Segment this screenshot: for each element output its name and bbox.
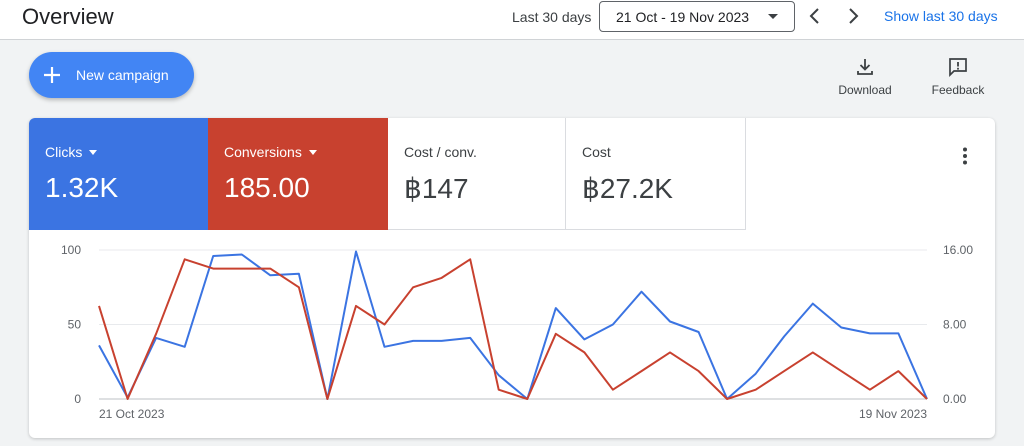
plus-icon xyxy=(44,67,60,83)
feedback-button[interactable]: Feedback xyxy=(928,56,988,97)
download-icon xyxy=(857,59,873,75)
previous-period-button[interactable] xyxy=(802,3,828,29)
metric-label-cost: Cost xyxy=(582,144,611,160)
series-line-conversions xyxy=(98,258,928,400)
metric-tile-clicks[interactable]: Clicks 1.32K xyxy=(29,118,208,230)
metric-label-conversions: Conversions xyxy=(224,144,302,160)
metric-label-cost-per-conv: Cost / conv. xyxy=(404,144,477,160)
download-label: Download xyxy=(838,83,892,97)
x-axis-tick-label: 21 Oct 2023 xyxy=(99,407,165,421)
dropdown-caret-icon xyxy=(768,14,778,19)
metric-value-cost-per-conv: ฿147 xyxy=(404,173,469,204)
new-campaign-button[interactable]: New campaign xyxy=(29,52,194,98)
next-period-button[interactable] xyxy=(840,3,866,29)
right-axis-tick-label: 16.00 xyxy=(943,243,973,257)
right-axis-tick-label: 8.00 xyxy=(943,318,967,332)
page-title: Overview xyxy=(22,4,114,29)
metric-tile-conversions[interactable]: Conversions 185.00 xyxy=(208,118,388,230)
feedback-label: Feedback xyxy=(931,83,985,97)
date-range-label: Last 30 days xyxy=(512,9,592,25)
dropdown-caret-icon xyxy=(308,150,317,155)
chevron-right-icon xyxy=(849,8,859,24)
series-line-clicks xyxy=(98,250,928,400)
dropdown-caret-icon xyxy=(89,150,98,155)
left-axis-tick-label: 50 xyxy=(68,318,82,332)
chevron-left-icon xyxy=(809,8,819,24)
metric-tile-cost[interactable]: Cost ฿27.2K xyxy=(566,118,746,230)
more-options-button[interactable] xyxy=(953,144,977,168)
right-axis-tick-label: 0.00 xyxy=(943,392,967,406)
metric-value-conversions: 185.00 xyxy=(224,172,310,203)
download-button[interactable]: Download xyxy=(836,56,894,97)
metric-value-cost: ฿27.2K xyxy=(582,173,673,204)
date-range-value: 21 Oct - 19 Nov 2023 xyxy=(616,9,750,25)
top-bar: Overview Last 30 days 21 Oct - 19 Nov 20… xyxy=(0,0,1024,40)
date-range-dropdown[interactable]: 21 Oct - 19 Nov 2023 xyxy=(599,1,795,32)
metric-label-clicks: Clicks xyxy=(45,144,83,160)
left-axis-tick-label: 0 xyxy=(74,392,81,406)
left-axis-tick-label: 100 xyxy=(61,243,81,257)
overview-card: Clicks 1.32K Conversions 185.00 Cost / c… xyxy=(29,118,995,438)
new-campaign-label: New campaign xyxy=(76,67,169,83)
metric-value-clicks: 1.32K xyxy=(45,172,119,203)
metric-tile-cost-per-conv[interactable]: Cost / conv. ฿147 xyxy=(388,118,566,230)
x-axis-tick-label: 19 Nov 2023 xyxy=(859,407,927,421)
show-last-30-days-link[interactable]: Show last 30 days xyxy=(884,8,998,24)
more-vert-icon xyxy=(963,147,967,165)
performance-chart: 0 0.00 50 8.00 100 16.00 21 Oct 2023 19 Nov 202… xyxy=(61,243,973,421)
feedback-icon xyxy=(949,58,967,78)
